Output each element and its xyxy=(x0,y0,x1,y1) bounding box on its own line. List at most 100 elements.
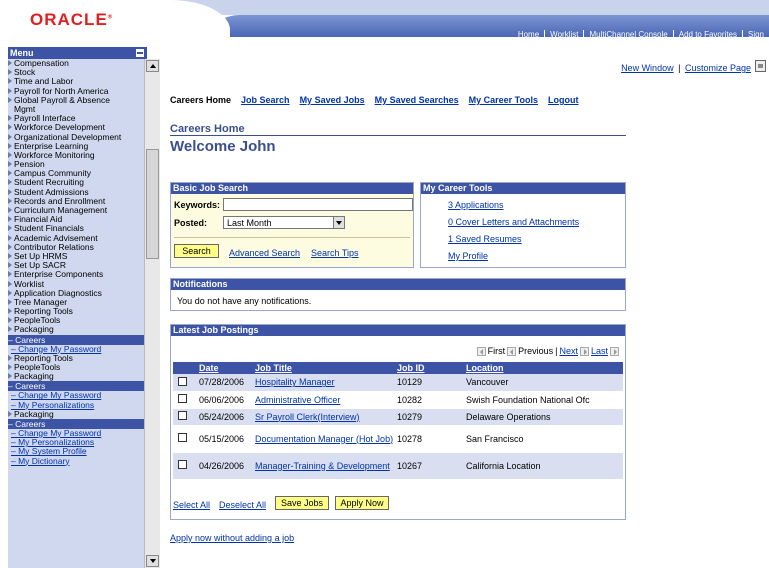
job-title-link[interactable]: Administrative Officer xyxy=(255,395,340,405)
nav-my-saved-jobs[interactable]: My Saved Jobs xyxy=(300,95,365,105)
job-title-link-container: Administrative Officer xyxy=(253,391,395,409)
row-checkbox[interactable] xyxy=(178,460,187,469)
location-cell: San Francisco xyxy=(466,433,524,444)
scroll-thumb[interactable] xyxy=(146,149,159,259)
folder-arrow-icon xyxy=(8,133,12,140)
keywords-label: Keywords: xyxy=(174,200,221,210)
menu-item[interactable]: Packaging xyxy=(8,325,144,334)
divider xyxy=(174,237,410,238)
my-profile-link[interactable]: My Profile xyxy=(448,251,488,261)
deselect-all-link[interactable]: Deselect All xyxy=(219,500,266,510)
row-checkbox[interactable] xyxy=(178,376,187,386)
welcome-heading: Welcome John xyxy=(170,138,276,155)
previous-page-icon[interactable] xyxy=(507,346,517,356)
save-jobs-button[interactable]: Save Jobs xyxy=(275,496,329,510)
applications-link[interactable]: 3 Applications xyxy=(448,200,504,210)
customize-page-link[interactable]: Customize Page xyxy=(685,63,751,73)
advanced-search-link[interactable]: Advanced Search xyxy=(229,248,300,258)
checkbox-cell xyxy=(173,452,197,480)
row-checkbox[interactable] xyxy=(178,433,187,442)
nav-my-saved-searches[interactable]: My Saved Searches xyxy=(375,95,459,105)
folder-arrow-icon xyxy=(8,96,12,103)
job-title-link[interactable]: Sr Payroll Clerk(Interview) xyxy=(255,412,360,422)
collapse-menu-icon[interactable] xyxy=(136,49,144,57)
date-column-header[interactable]: Date xyxy=(197,362,253,374)
job-title-column-header[interactable]: Job Title xyxy=(253,362,395,374)
job-id-column-header[interactable]: Job ID xyxy=(395,362,464,374)
job-title-link-container: Sr Payroll Clerk(Interview) xyxy=(253,408,395,426)
careers-nav: Careers Home Job Search My Saved Jobs My… xyxy=(170,95,589,105)
multichannel-console-link[interactable]: MultiChannel Console xyxy=(583,30,672,40)
panel-title: Notifications xyxy=(171,279,625,290)
sign-out-link[interactable]: Sign xyxy=(741,30,769,40)
folder-arrow-icon xyxy=(8,142,12,149)
search-tips-link[interactable]: Search Tips xyxy=(311,248,359,258)
date-cell-container: 07/28/2006 xyxy=(197,374,253,392)
notification-message: You do not have any notifications. xyxy=(177,296,312,306)
folder-arrow-icon xyxy=(8,280,12,287)
location-cell: Delaware Operations xyxy=(466,411,551,422)
folder-arrow-icon xyxy=(8,87,12,94)
nav-logout[interactable]: Logout xyxy=(548,95,579,105)
menu-title: Menu xyxy=(10,48,34,58)
scroll-down-icon[interactable] xyxy=(146,555,159,567)
menu-scrollbar[interactable] xyxy=(144,59,160,568)
saved-resumes-link[interactable]: 1 Saved Resumes xyxy=(448,234,522,244)
menu-item[interactable]: Packaging xyxy=(8,372,144,381)
job-title-link[interactable]: Hospitality Manager xyxy=(255,377,335,387)
folder-arrow-icon xyxy=(8,115,12,122)
location-cell: California Location xyxy=(466,460,541,471)
location-column-header[interactable]: Location xyxy=(464,362,623,374)
date-cell: 07/28/2006 xyxy=(199,377,245,388)
next-page-icon[interactable] xyxy=(579,346,589,356)
date-cell-container: 06/06/2006 xyxy=(197,391,253,409)
keywords-input[interactable] xyxy=(223,198,413,211)
select-all-link[interactable]: Select All xyxy=(173,500,210,510)
folder-arrow-icon xyxy=(8,60,12,66)
next-link[interactable]: Next xyxy=(559,346,578,356)
new-window-link[interactable]: New Window xyxy=(621,63,674,73)
job-title-link-container: Manager-Training & Development xyxy=(253,452,395,480)
date-cell: 05/15/2006 xyxy=(199,433,245,444)
job-id-cell: 10267 xyxy=(397,460,423,471)
job-title-link[interactable]: Documentation Manager (Hot Job) xyxy=(255,434,393,444)
chevron-down-icon[interactable] xyxy=(333,217,344,228)
apply-now-button[interactable]: Apply Now xyxy=(335,496,389,510)
cover-letters-link[interactable]: 0 Cover Letters and Attachments xyxy=(448,217,579,227)
row-checkbox[interactable] xyxy=(178,394,187,403)
nav-my-career-tools[interactable]: My Career Tools xyxy=(469,95,538,105)
search-button[interactable]: Search xyxy=(174,244,219,258)
job-id-cell-container: 10279 xyxy=(395,408,464,426)
menu-item[interactable]: Packaging xyxy=(8,409,144,419)
add-to-favorites-link[interactable]: Add to Favorites xyxy=(672,30,742,40)
folder-arrow-icon xyxy=(8,216,12,223)
job-id-cell-container: 10278 xyxy=(395,425,464,453)
home-link[interactable]: Home xyxy=(513,30,544,40)
folder-arrow-icon xyxy=(8,373,12,380)
first-label: First xyxy=(487,346,506,356)
print-icon[interactable] xyxy=(755,60,766,72)
table-row: 06/06/2006 Administrative Officer 10282 Swi… xyxy=(173,391,623,409)
last-link[interactable]: Last xyxy=(591,346,608,356)
panel-title: My Career Tools xyxy=(421,183,625,194)
folder-arrow-icon xyxy=(8,151,12,158)
worklist-link[interactable]: Worklist xyxy=(544,30,583,40)
checkbox-cell xyxy=(173,391,197,409)
apply-without-job-link[interactable]: Apply now without adding a job xyxy=(170,533,294,543)
scroll-up-icon[interactable] xyxy=(146,60,159,72)
folder-arrow-icon xyxy=(8,317,12,324)
job-search-body: Keywords: Posted: Last Month Search Adva… xyxy=(171,194,413,267)
job-id-cell-container: 10267 xyxy=(395,452,464,480)
menu-item-label: Packaging xyxy=(14,324,54,335)
posted-label: Posted: xyxy=(174,218,208,228)
link-separator: | xyxy=(678,63,681,73)
nav-job-search[interactable]: Job Search xyxy=(241,95,290,105)
row-checkbox[interactable] xyxy=(178,411,187,420)
posted-select[interactable]: Last Month xyxy=(223,216,345,229)
menu-item[interactable]: – My Dictionary xyxy=(8,456,144,466)
first-page-icon[interactable] xyxy=(476,346,486,356)
folder-arrow-icon xyxy=(8,298,12,305)
last-page-icon[interactable] xyxy=(610,346,619,356)
job-title-link[interactable]: Manager-Training & Development xyxy=(255,461,390,471)
job-title-link-container: Documentation Manager (Hot Job) xyxy=(253,425,395,453)
